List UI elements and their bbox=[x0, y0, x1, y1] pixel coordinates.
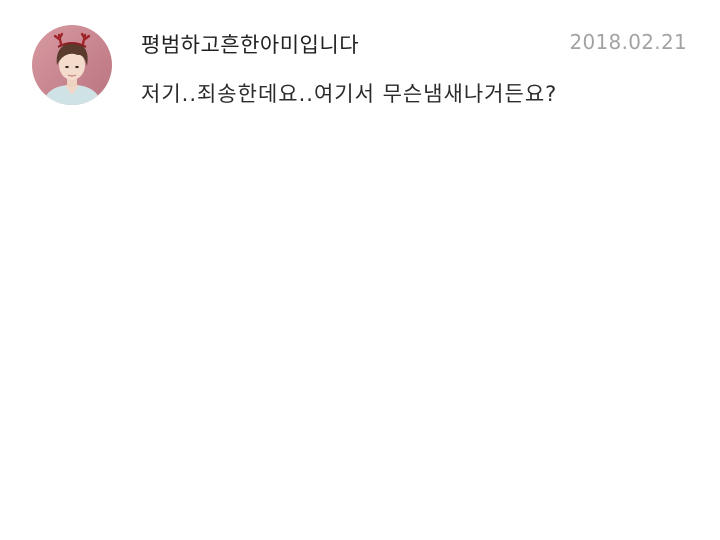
comment-item: 평범하고흔한아미입니다 2018.02.21 저기..죄송한데요..여기서 무슨… bbox=[0, 0, 720, 120]
comment-date: 2018.02.21 bbox=[569, 30, 687, 54]
comment-username[interactable]: 평범하고흔한아미입니다 bbox=[141, 29, 359, 59]
avatar[interactable] bbox=[32, 25, 112, 105]
comment-message: 저기..죄송한데요..여기서 무슨냄새나거든요? bbox=[141, 82, 558, 106]
avatar-image bbox=[32, 25, 112, 105]
